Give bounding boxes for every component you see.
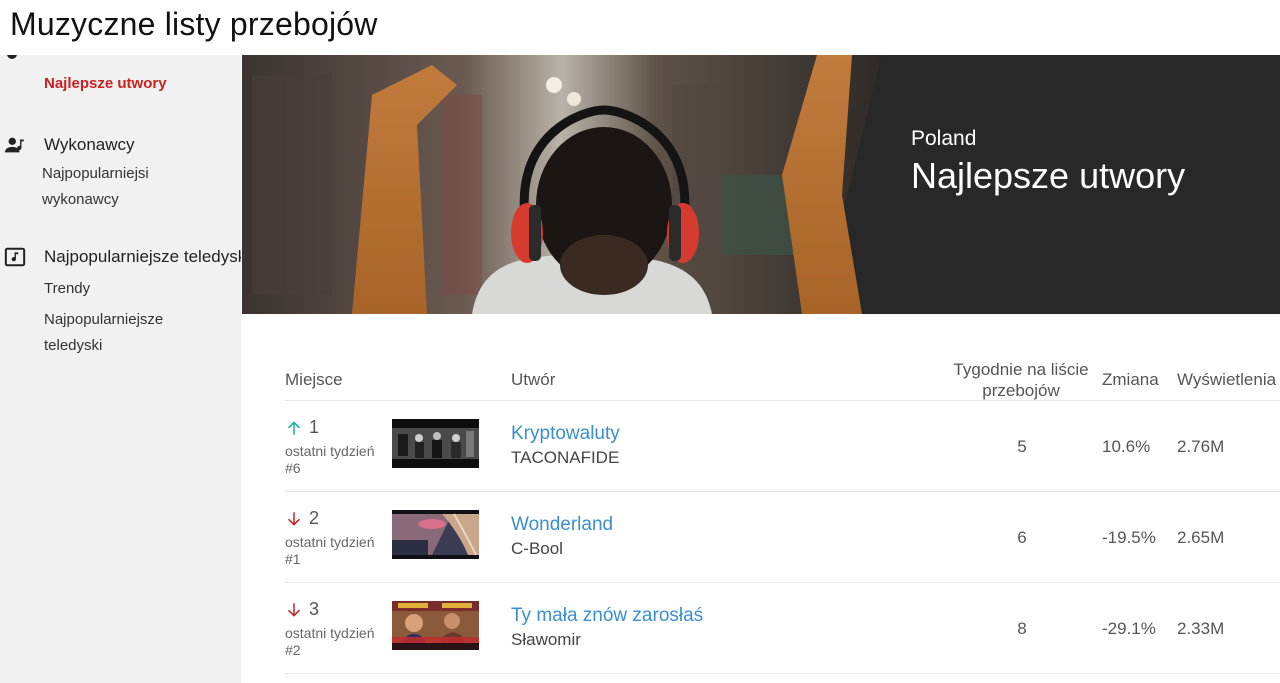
hero-banner: Poland Najlepsze utwory xyxy=(242,55,1280,314)
rank-number: 3 xyxy=(309,599,320,619)
rank-number: 2 xyxy=(309,508,320,528)
change-value: -19.5% xyxy=(1102,528,1156,547)
thumbnail-image xyxy=(392,510,479,559)
track-title-link[interactable]: Wonderland xyxy=(511,514,613,536)
last-week-value: #1 xyxy=(285,551,301,567)
arrow-down-icon xyxy=(288,511,300,526)
sidebar-section-music-videos[interactable]: Najpopularniejsze teledyski xyxy=(0,244,241,272)
views-count: 2.76M xyxy=(1177,437,1225,456)
hero-country: Poland xyxy=(911,127,977,150)
songs-icon xyxy=(7,55,17,59)
change-value: -29.1% xyxy=(1102,619,1156,638)
arrow-down-icon xyxy=(288,602,300,617)
track-artist[interactable]: Sławomir xyxy=(511,630,581,650)
artist-icon xyxy=(4,137,24,153)
sidebar-item-trending[interactable]: Trendy xyxy=(44,276,90,302)
track-title-link[interactable]: Ty mała znów zarosłaś xyxy=(511,605,703,627)
column-header-rank: Miejsce xyxy=(285,370,343,389)
sidebar: Najlepsze utwory Wykonawcy Najpopularnie… xyxy=(0,55,241,683)
video-thumbnail[interactable] xyxy=(392,510,479,559)
sidebar-section-label: Najpopularniejsze teledyski xyxy=(44,247,241,266)
hero-title: Najlepsze utwory xyxy=(911,155,1186,196)
video-thumbnail[interactable] xyxy=(392,419,479,468)
last-week-position: ostatni tydzień #6 xyxy=(285,443,385,477)
table-row[interactable]: 3 ostatni tydzień #2 Ty mała znów zarosł… xyxy=(285,583,1280,674)
last-week-position: ostatni tydzień #1 xyxy=(285,534,385,568)
app-title: Muzyczne listy przebojów xyxy=(10,6,378,42)
last-week-value: #2 xyxy=(285,642,301,658)
row-divider xyxy=(285,673,1280,674)
views-count: 2.33M xyxy=(1177,619,1225,638)
app-header: Muzyczne listy przebojów xyxy=(0,0,1280,55)
weeks-on-chart: 6 xyxy=(1017,528,1027,547)
sidebar-section-artists[interactable]: Wykonawcy xyxy=(0,132,241,160)
views-count: 2.65M xyxy=(1177,528,1225,547)
track-artist[interactable]: TACONAFIDE xyxy=(511,448,619,468)
sidebar-item-top-music-videos[interactable]: Najpopularniejsze teledyski xyxy=(44,307,194,359)
column-header-views: Wyświetlenia xyxy=(1177,370,1277,389)
sidebar-item-top-artists[interactable]: Najpopularniejsi wykonawcy xyxy=(42,161,192,213)
last-week-label: ostatni tydzień xyxy=(285,625,375,641)
thumbnail-image xyxy=(392,601,479,650)
thumbnail-image xyxy=(392,419,479,468)
music-video-icon xyxy=(4,247,26,267)
table-row[interactable]: 1 ostatni tydzień #6 Kryptowaluty TACONA… xyxy=(285,401,1280,492)
video-thumbnail[interactable] xyxy=(392,601,479,650)
sidebar-section-label: Wykonawcy xyxy=(44,135,135,154)
sidebar-item-top-songs[interactable]: Najlepsze utwory xyxy=(44,75,167,92)
weeks-on-chart: 5 xyxy=(1017,437,1027,456)
last-week-position: ostatni tydzień #2 xyxy=(285,625,385,659)
track-artist[interactable]: C-Bool xyxy=(511,539,563,559)
weeks-on-chart: 8 xyxy=(1017,619,1027,638)
track-title-link[interactable]: Kryptowaluty xyxy=(511,423,620,445)
rank-cell: 2 xyxy=(285,508,319,529)
rank-cell: 3 xyxy=(285,599,319,620)
column-header-change: Zmiana xyxy=(1102,370,1159,389)
arrow-up-icon xyxy=(288,420,300,435)
change-value: 10.6% xyxy=(1102,437,1151,456)
last-week-label: ostatni tydzień xyxy=(285,534,375,550)
column-header-weeks: Tygodnie na liście przebojów xyxy=(953,360,1089,400)
last-week-label: ostatni tydzień xyxy=(285,443,375,459)
rank-cell: 1 xyxy=(285,417,319,438)
rank-number: 1 xyxy=(309,417,320,437)
last-week-value: #6 xyxy=(285,460,301,476)
column-header-track: Utwór xyxy=(511,370,556,389)
table-row[interactable]: 2 ostatni tydzień #1 Wonderland C-Bool 6… xyxy=(285,492,1280,583)
